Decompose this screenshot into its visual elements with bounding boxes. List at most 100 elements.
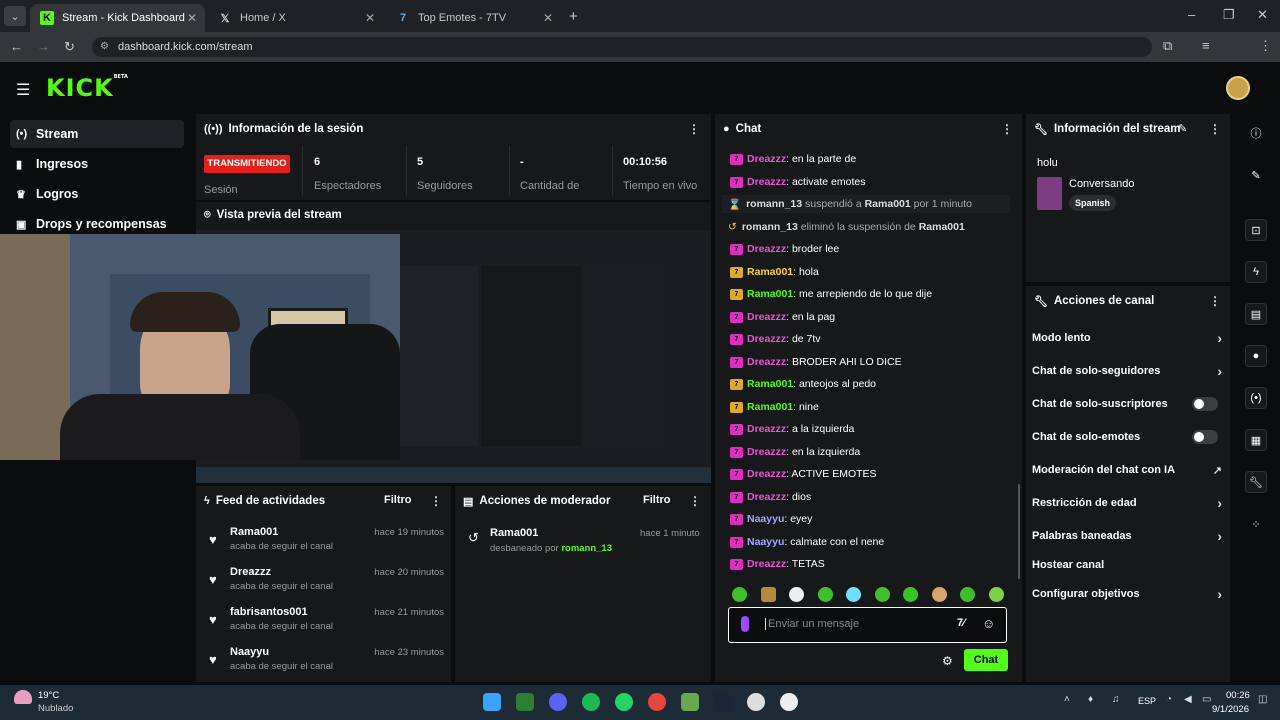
forward-icon[interactable]: → bbox=[37, 39, 50, 54]
chat-bubble-icon[interactable]: ● bbox=[1245, 345, 1267, 367]
steam-icon[interactable] bbox=[714, 693, 732, 711]
age-restriction-option[interactable]: Restricción de edad › bbox=[1032, 494, 1222, 512]
chat-username[interactable]: Rama001 bbox=[747, 378, 793, 390]
volume-icon[interactable]: ◀ bbox=[1184, 694, 1192, 705]
filter-button[interactable]: Filtro bbox=[643, 494, 671, 506]
new-tab-icon[interactable]: + bbox=[569, 8, 578, 25]
emote-icon[interactable] bbox=[789, 587, 804, 602]
chat-username[interactable]: Dreazzz bbox=[747, 333, 786, 345]
chat-scrollbar[interactable] bbox=[1018, 484, 1020, 579]
more-options-icon[interactable]: ⋮ bbox=[1209, 122, 1221, 136]
tab-list-button[interactable]: ⌄ bbox=[4, 6, 26, 26]
edit-pencil-icon[interactable]: ✎ bbox=[1178, 122, 1187, 135]
chat-username[interactable]: Rama001 bbox=[747, 266, 793, 278]
emote-icon[interactable] bbox=[932, 587, 947, 602]
emote-icon[interactable] bbox=[903, 587, 918, 602]
microphone-icon[interactable] bbox=[741, 616, 749, 632]
emote-icon[interactable] bbox=[732, 587, 747, 602]
weather-icon[interactable] bbox=[14, 690, 32, 704]
tray-app-icon[interactable]: ♦ bbox=[1088, 694, 1093, 705]
configure-goals-option[interactable]: Configurar objetivos › bbox=[1032, 585, 1222, 603]
chat-username[interactable]: Naayyu bbox=[747, 536, 784, 548]
language-indicator[interactable]: ESP bbox=[1138, 696, 1156, 706]
more-options-icon[interactable]: ⋮ bbox=[688, 122, 700, 136]
windows-start-icon[interactable] bbox=[483, 693, 501, 711]
emotes-only-toggle[interactable] bbox=[1192, 430, 1218, 444]
tab-kick-dashboard[interactable]: K Stream - Kick Dashboard ✕ bbox=[30, 4, 205, 32]
close-icon[interactable]: ✕ bbox=[365, 11, 375, 25]
emote-icon[interactable] bbox=[875, 587, 890, 602]
banned-words-option[interactable]: Palabras baneadas › bbox=[1032, 527, 1222, 545]
battery-icon[interactable]: ▭ bbox=[1202, 694, 1211, 705]
chat-username[interactable]: Dreazzz bbox=[747, 446, 786, 458]
send-chat-button[interactable]: Chat bbox=[964, 649, 1008, 671]
sidebar-item-ingresos[interactable]: ▮ Ingresos bbox=[10, 150, 184, 178]
tab-x-home[interactable]: 𝕏 Home / X ✕ bbox=[208, 4, 383, 32]
filter-button[interactable]: Filtro bbox=[384, 494, 412, 506]
activity-user[interactable]: fabrisantos001 bbox=[230, 606, 308, 618]
sidebar-item-logros[interactable]: ♛ Logros bbox=[10, 180, 184, 208]
kick-logo[interactable]: KICKBETA bbox=[46, 74, 128, 102]
more-options-icon[interactable]: ⋮ bbox=[689, 494, 701, 508]
xbox-app-icon[interactable] bbox=[516, 693, 534, 711]
followers-only-option[interactable]: Chat de solo-seguidores › bbox=[1032, 362, 1222, 380]
chat-settings-gear-icon[interactable]: ⚙ bbox=[942, 654, 953, 668]
chat-username[interactable]: Dreazzz bbox=[747, 558, 786, 570]
media-control-icon[interactable]: ≡ bbox=[1202, 38, 1210, 53]
chat-username[interactable]: Dreazzz bbox=[747, 311, 786, 323]
chat-username[interactable]: Dreazzz bbox=[747, 153, 786, 165]
site-info-icon[interactable]: ⚙ bbox=[100, 37, 109, 57]
minecraft-icon[interactable] bbox=[681, 693, 699, 711]
chrome-menu-icon[interactable]: ⋮ bbox=[1259, 38, 1272, 54]
notification-icon[interactable]: ◫ bbox=[1258, 694, 1267, 705]
edit-pencil-icon[interactable]: ✎ bbox=[1245, 164, 1267, 186]
chevron-up-icon[interactable]: ˄ bbox=[1064, 694, 1070, 705]
back-icon[interactable]: ← bbox=[10, 39, 23, 54]
system-actor[interactable]: romann_13 bbox=[742, 221, 798, 233]
system-target[interactable]: Rama001 bbox=[919, 221, 965, 233]
tab-7tv[interactable]: 7 Top Emotes - 7TV ✕ bbox=[386, 4, 561, 32]
discord-icon[interactable] bbox=[549, 693, 567, 711]
chat-username[interactable]: Rama001 bbox=[747, 401, 793, 413]
close-icon[interactable]: ✕ bbox=[187, 11, 197, 25]
more-options-icon[interactable]: ⋮ bbox=[430, 494, 442, 508]
7tv-emote-picker-icon[interactable]: 7⁄ bbox=[957, 617, 965, 629]
minimize-icon[interactable]: – bbox=[1188, 7, 1195, 22]
chat-input-placeholder[interactable]: Enviar un mensaje bbox=[765, 618, 859, 630]
emote-icon[interactable] bbox=[960, 587, 975, 602]
window-close-icon[interactable]: ✕ bbox=[1257, 7, 1268, 23]
maximize-icon[interactable]: ❐ bbox=[1223, 7, 1235, 23]
host-channel-option[interactable]: Hostear canal bbox=[1032, 556, 1222, 574]
chat-username[interactable]: Naayyu bbox=[747, 513, 784, 525]
category-thumbnail[interactable] bbox=[1037, 177, 1062, 210]
chat-username[interactable]: Dreazzz bbox=[747, 356, 786, 368]
chrome-icon[interactable] bbox=[648, 693, 666, 711]
broadcast-icon[interactable]: (•) bbox=[1245, 387, 1267, 409]
activity-user[interactable]: Dreazzz bbox=[230, 566, 271, 578]
sidebar-item-stream[interactable]: (•) Stream bbox=[10, 120, 184, 148]
chat-username[interactable]: Dreazzz bbox=[747, 176, 786, 188]
wifi-icon[interactable]: ◔ bbox=[1166, 694, 1172, 705]
obs-icon[interactable] bbox=[747, 693, 765, 711]
mod-action-moderator[interactable]: romann_13 bbox=[561, 543, 612, 554]
clock-time[interactable]: 00:26 bbox=[1226, 690, 1250, 701]
emote-icon[interactable] bbox=[989, 587, 1004, 602]
chat-username[interactable]: Dreazzz bbox=[747, 243, 786, 255]
extensions-icon[interactable]: ⧉ bbox=[1163, 38, 1172, 54]
document-icon[interactable]: ▤ bbox=[1245, 303, 1267, 325]
more-options-icon[interactable]: ⋮ bbox=[1209, 294, 1221, 308]
mod-action-target[interactable]: Rama001 bbox=[490, 527, 538, 539]
whatsapp-icon[interactable] bbox=[615, 693, 633, 711]
system-actor[interactable]: romann_13 bbox=[746, 198, 802, 210]
more-options-icon[interactable]: ⋮ bbox=[1001, 122, 1013, 136]
reload-icon[interactable]: ↻ bbox=[64, 39, 75, 55]
stream-category[interactable]: Conversando bbox=[1069, 178, 1134, 190]
activity-user[interactable]: Rama001 bbox=[230, 526, 278, 538]
slow-mode-option[interactable]: Modo lento › bbox=[1032, 329, 1222, 347]
chat-username[interactable]: Dreazzz bbox=[747, 468, 786, 480]
emote-icon[interactable] bbox=[846, 587, 861, 602]
screen-capture-icon[interactable]: ⊡ bbox=[1245, 219, 1267, 241]
emote-icon[interactable] bbox=[818, 587, 833, 602]
lightning-icon[interactable]: ϟ bbox=[1245, 261, 1267, 283]
microphone-icon[interactable]: ♫ bbox=[1112, 694, 1120, 705]
